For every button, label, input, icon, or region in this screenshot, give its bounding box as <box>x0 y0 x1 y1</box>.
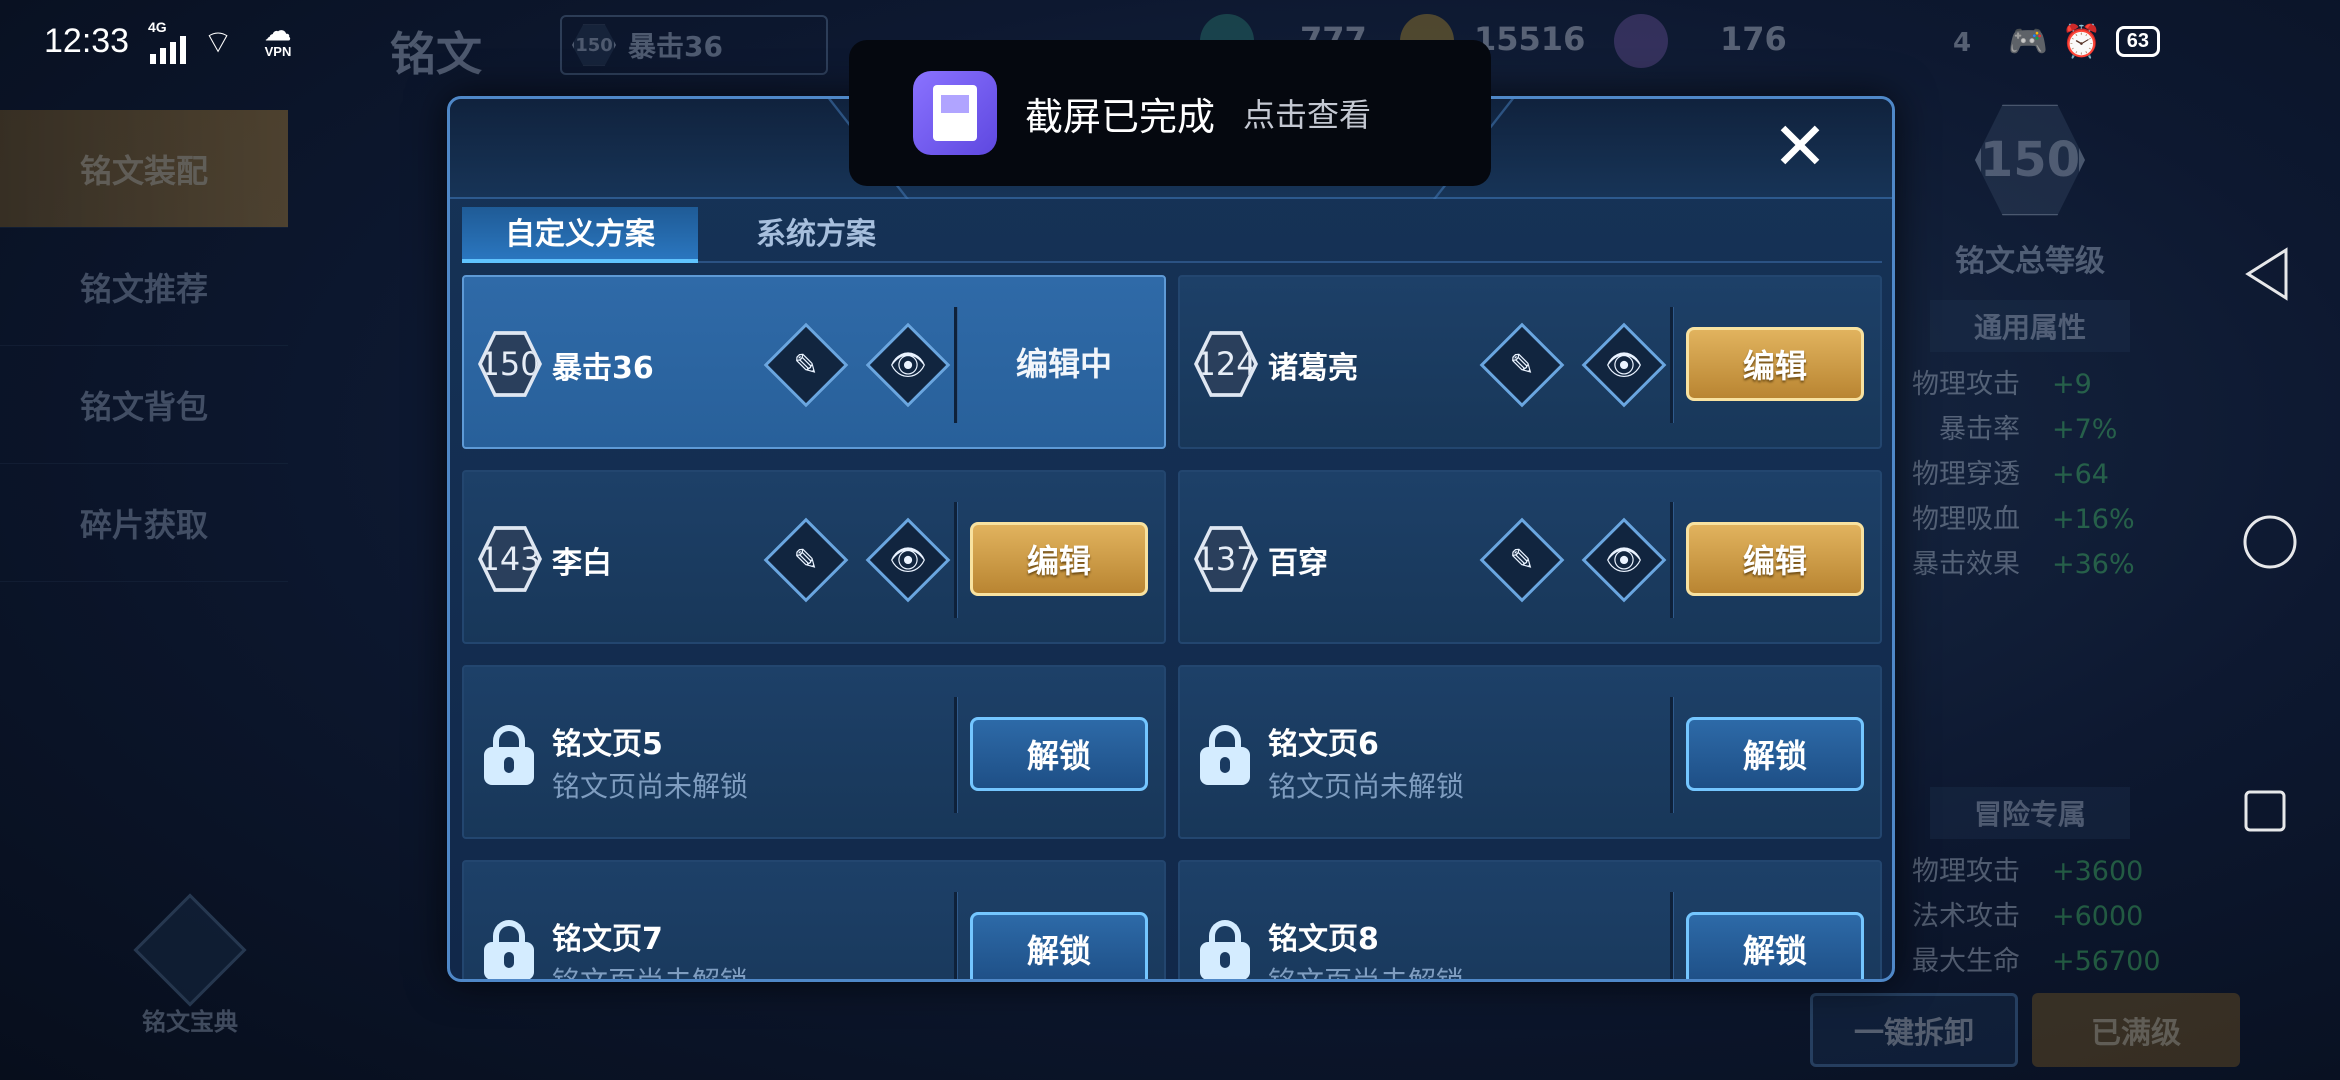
screenshot-icon <box>913 71 997 155</box>
editing-status: 编辑中 <box>1015 345 1112 383</box>
wifi-icon: ⌔ <box>203 24 234 60</box>
preview-eye-icon[interactable]: 👁 <box>865 517 951 603</box>
level-hex-icon: 150 <box>478 331 542 397</box>
rune-page-name: 铭文页7 <box>552 922 663 957</box>
level-hex-icon: 143 <box>478 526 542 592</box>
lock-icon <box>482 723 536 787</box>
vpn-label: VPN <box>264 44 292 59</box>
total-level-label: 铭文总等级 <box>1955 244 2105 279</box>
sidebar: 铭文装配 铭文推荐 铭文背包 碎片获取 <box>0 110 288 582</box>
preview-eye-icon[interactable]: 👁 <box>865 322 951 408</box>
rune-page-name: 李白 <box>552 546 612 581</box>
remove-all-button[interactable]: 一键拆卸 <box>1810 993 2018 1067</box>
book-icon <box>133 893 247 1007</box>
toast-view-link[interactable]: 点击查看 <box>1243 90 1371 136</box>
common-section-title: 通用属性 <box>1930 300 2130 352</box>
vpn-indicator: ☁ VPN <box>258 18 298 59</box>
lock-icon <box>1198 918 1252 979</box>
attr-row: 物理穿透 +64 <box>1912 459 2109 490</box>
locked-hint: 铭文页尚未解锁 <box>552 770 749 803</box>
network-type: 4G <box>148 19 167 35</box>
preview-eye-icon[interactable]: 👁 <box>1581 322 1667 408</box>
locked-rune-page-card: 铭文页6 铭文页尚未解锁 解锁 <box>1178 665 1882 839</box>
locked-hint: 铭文页尚未解锁 <box>552 965 749 982</box>
rename-pencil-icon[interactable]: ✎ <box>1479 322 1565 408</box>
rune-page-name: 百穿 <box>1268 546 1328 581</box>
rune-page-name: 铭文页8 <box>1268 922 1379 957</box>
rune-page-name: 铭文页5 <box>552 727 663 762</box>
locked-hint: 铭文页尚未解锁 <box>1268 770 1465 803</box>
rune-page-card[interactable]: 143 李白 ✎ 👁 编辑 <box>462 470 1166 644</box>
total-level-badge: 150 <box>1975 104 2085 216</box>
battery-indicator: 63 <box>2115 25 2160 57</box>
rune-page-card[interactable]: 150 暴击36 ✎ 👁 编辑中 <box>462 275 1166 449</box>
attr-row: 物理攻击 +9 <box>1912 369 2092 400</box>
rune-page-name: 诸葛亮 <box>1268 351 1358 386</box>
sidebar-item-bag[interactable]: 铭文背包 <box>0 346 288 464</box>
rune-page-card[interactable]: 137 百穿 ✎ 👁 编辑 <box>1178 470 1882 644</box>
home-nav-button[interactable] <box>2240 512 2300 572</box>
attr-row: 暴击效果 +36% <box>1912 549 2135 580</box>
tab-system[interactable]: 系统方案 <box>698 207 934 263</box>
vpn-icon: ☁ <box>265 16 291 46</box>
attr-row: 暴击率 +7% <box>1939 414 2118 445</box>
locked-hint: 铭文页尚未解锁 <box>1268 965 1465 982</box>
rename-pencil-icon[interactable]: ✎ <box>763 322 849 408</box>
home-circle-icon <box>2243 515 2297 569</box>
back-nav-button[interactable] <box>2240 244 2300 304</box>
alarm-icon: ⏰ <box>2061 23 2102 59</box>
rune-page-select-dialog: 铭文页选择 ✕ 自定义方案 系统方案 150 暴击36 ✎ 👁 编辑中 124 … <box>447 96 1895 982</box>
tab-bar: 自定义方案 系统方案 <box>462 207 1882 263</box>
back-triangle-icon <box>2245 247 2288 301</box>
unlock-button[interactable]: 解锁 <box>1686 912 1864 979</box>
rename-pencil-icon[interactable]: ✎ <box>1479 517 1565 603</box>
signal-icon <box>150 36 186 64</box>
edit-button[interactable]: 编辑 <box>1686 522 1864 596</box>
preview-eye-icon[interactable]: 👁 <box>1581 517 1667 603</box>
unlock-button[interactable]: 解锁 <box>970 717 1148 791</box>
lock-icon <box>482 918 536 979</box>
locked-rune-page-card: 铭文页5 铭文页尚未解锁 解锁 <box>462 665 1166 839</box>
status-time: 12:33 <box>44 22 130 60</box>
adventure-section-title: 冒险专属 <box>1930 787 2130 839</box>
gamepad-icon: 🎮 <box>2008 23 2048 59</box>
codex-label: 铭文宝典 <box>142 1008 238 1036</box>
unlock-button[interactable]: 解锁 <box>970 912 1148 979</box>
attr-row: 物理吸血 +16% <box>1912 504 2135 535</box>
locked-rune-page-card: 铭文页7 铭文页尚未解锁 解锁 <box>462 860 1166 982</box>
recents-square-icon <box>2244 790 2286 832</box>
attribute-panel: 150 铭文总等级 通用属性 物理攻击 +9 暴击率 +7% 物理穿透 +64 物理吸… <box>1880 100 2180 984</box>
rune-page-name: 暴击36 <box>552 351 654 386</box>
level-hex-icon: 137 <box>1194 526 1258 592</box>
recents-nav-button[interactable] <box>2240 786 2290 836</box>
rename-pencil-icon[interactable]: ✎ <box>763 517 849 603</box>
tab-custom[interactable]: 自定义方案 <box>462 207 698 263</box>
edit-button[interactable]: 编辑 <box>1686 327 1864 401</box>
codex-button[interactable]: 铭文宝典 <box>130 893 250 1037</box>
sidebar-item-recommend[interactable]: 铭文推荐 <box>0 228 288 346</box>
level-hex-icon: 124 <box>1194 331 1258 397</box>
lock-icon <box>1198 723 1252 787</box>
locked-rune-page-card: 铭文页8 铭文页尚未解锁 解锁 <box>1178 860 1882 982</box>
attr-row: 物理攻击 +3600 <box>1912 856 2144 887</box>
toast-title: 截屏已完成 <box>1025 94 1216 139</box>
screenshot-toast[interactable]: 截屏已完成 点击查看 <box>849 40 1491 186</box>
rune-page-name: 铭文页6 <box>1268 727 1379 762</box>
attr-row: 法术攻击 +6000 <box>1912 901 2144 932</box>
rune-page-card[interactable]: 124 诸葛亮 ✎ 👁 编辑 <box>1178 275 1882 449</box>
edit-button[interactable]: 编辑 <box>970 522 1148 596</box>
maxed-button[interactable]: 已满级 <box>2032 993 2240 1067</box>
close-icon[interactable]: ✕ <box>1770 114 1830 180</box>
sidebar-item-fragments[interactable]: 碎片获取 <box>0 464 288 582</box>
game-screen: 铭文 150 暴击36 777 15516 176 4 铭文装配 铭文推荐 铭文… <box>0 0 2340 1080</box>
attr-row: 最大生命 +56700 <box>1912 946 2161 977</box>
sidebar-item-equip[interactable]: 铭文装配 <box>0 110 288 228</box>
status-right: 🎮 ⏰ 63 <box>2008 22 2160 60</box>
unlock-button[interactable]: 解锁 <box>1686 717 1864 791</box>
